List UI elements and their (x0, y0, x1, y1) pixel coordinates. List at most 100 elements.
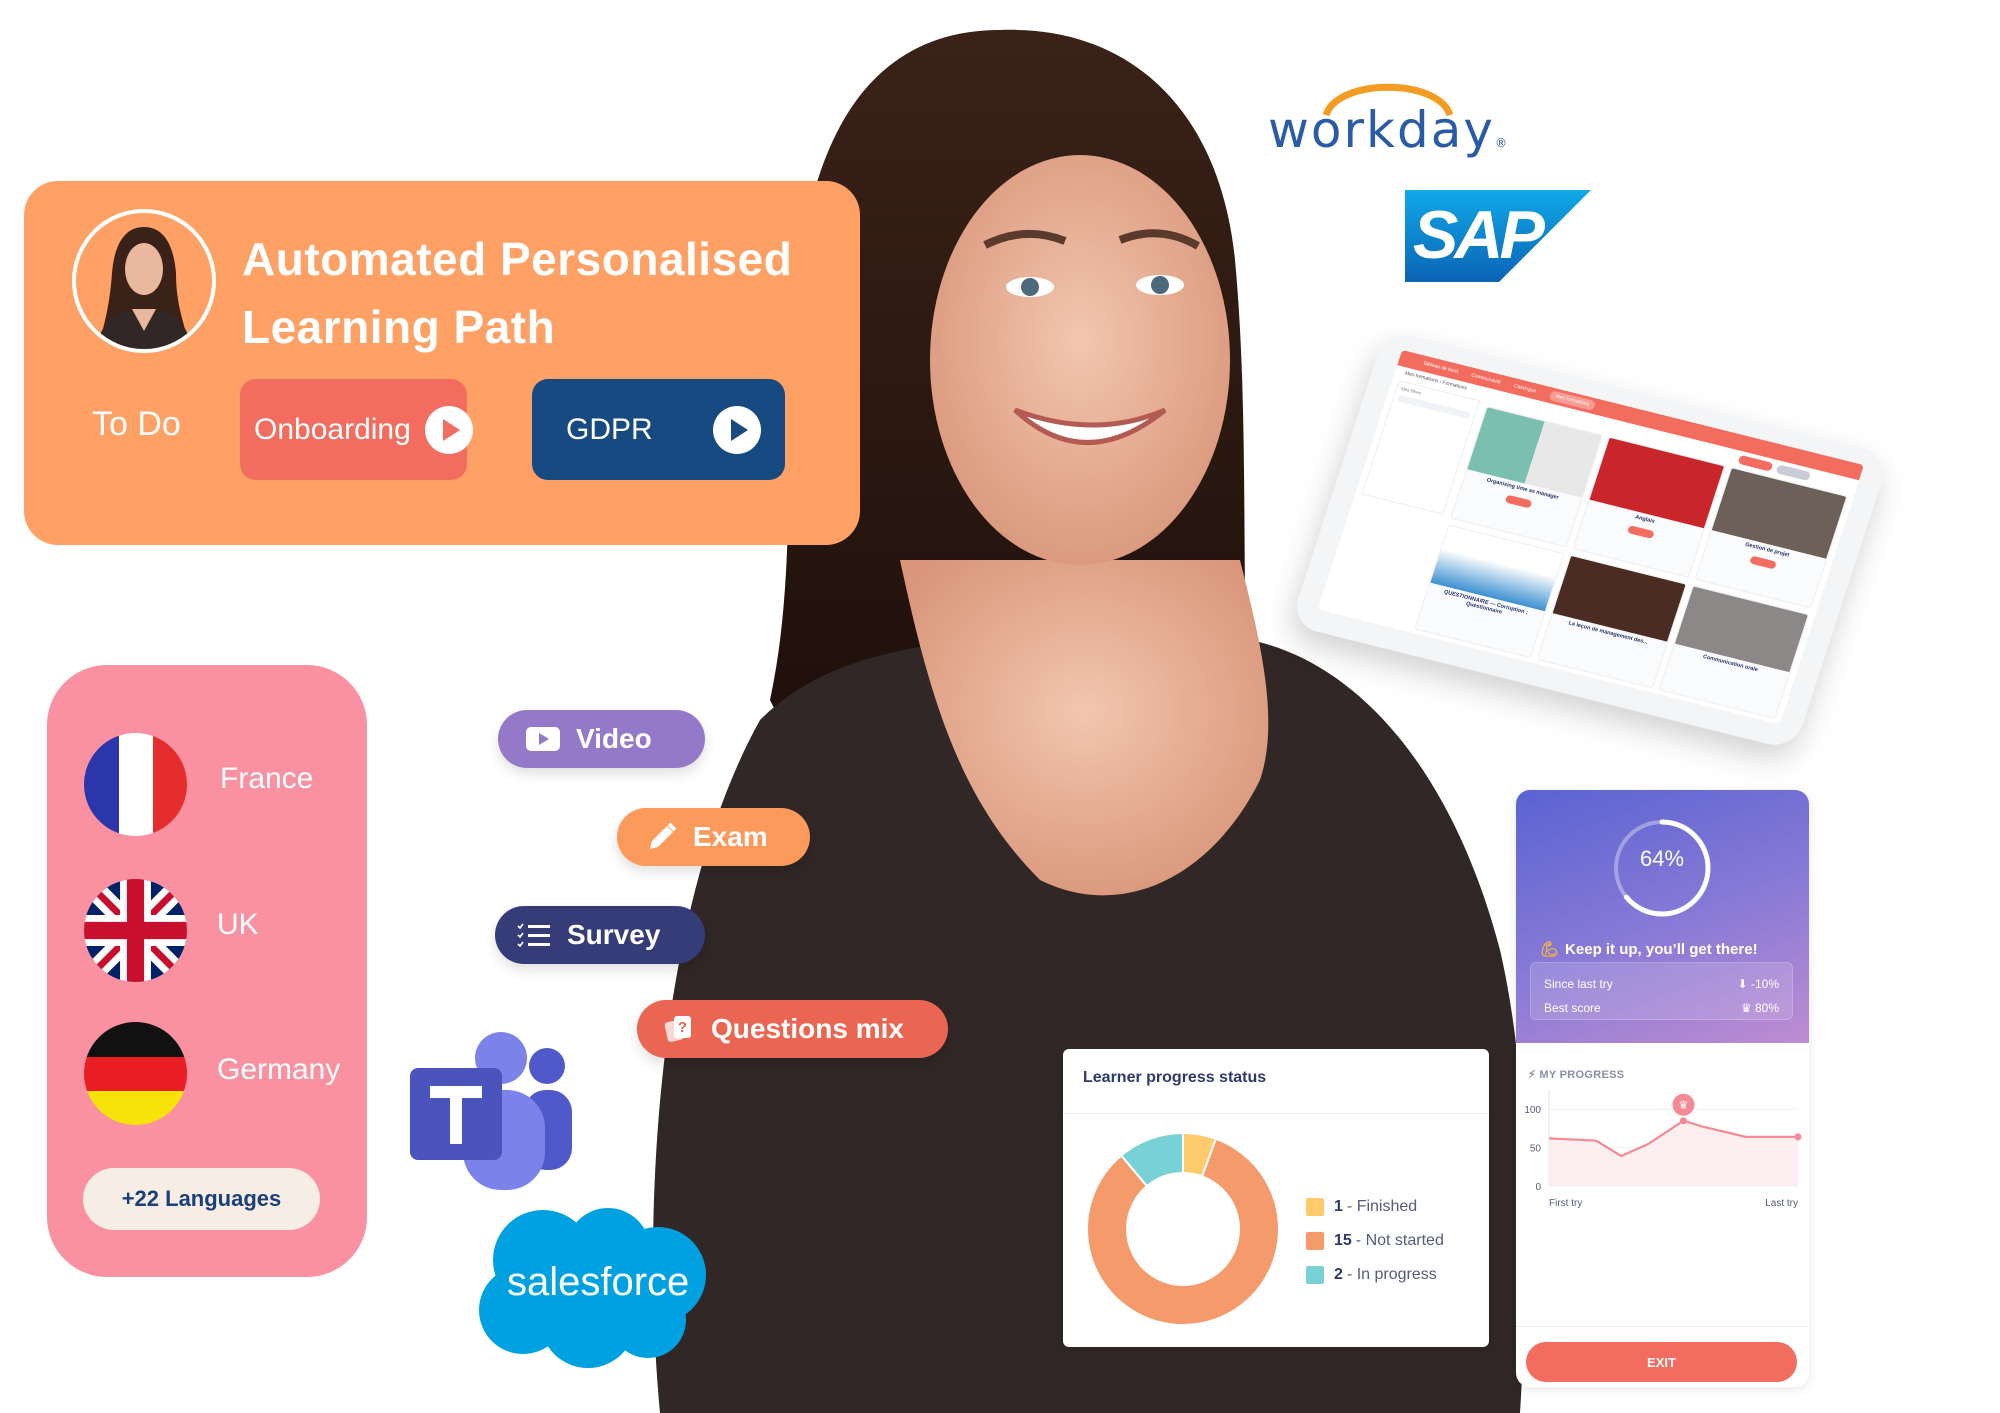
lightning-icon: ⚡︎ (1528, 1069, 1540, 1081)
progress-point (1679, 1117, 1687, 1125)
score-value: 64% (1639, 846, 1685, 871)
tablet-nav-item[interactable]: Communauté (1470, 373, 1501, 386)
arrow-down-icon: ⬇︎ (1737, 977, 1751, 991)
workday-logo: workday® (1268, 73, 1507, 159)
stat-since-last-try: Since last try ⬇︎ -10% (1544, 977, 1779, 1001)
legend-dash: - (1355, 1232, 1366, 1249)
workday-text: workday (1268, 101, 1495, 159)
tablet-nav-item[interactable]: Catalogue (1513, 383, 1537, 394)
learner-progress-card: Learner progress status 1- Finished 15- … (1063, 1049, 1489, 1347)
checklist-icon (517, 923, 550, 947)
quiz-result-header: 64% 💪︎ Keep it up, you’ll get there! Sinc… (1516, 790, 1809, 1043)
legend-label: In progress (1356, 1266, 1437, 1283)
language-germany: Germany (217, 1053, 341, 1086)
legend-item-finished: 1- Finished (1306, 1190, 1444, 1224)
stat-best-score: Best score ♛ 80% (1544, 1001, 1779, 1025)
sap-wordmark: SAP (1413, 197, 1545, 273)
legend-count: 2 (1334, 1266, 1343, 1283)
stat-value-text: 80% (1754, 1001, 1779, 1015)
survey-label: Survey (567, 919, 661, 950)
stat-value: ♛ 80% (1741, 1001, 1779, 1025)
gdpr-button[interactable]: GDPR (532, 379, 785, 480)
workday-wordmark: workday® (1268, 101, 1509, 159)
stat-value-text: -10% (1750, 977, 1779, 991)
avatar (72, 209, 216, 353)
my-progress-heading: ⚡︎ MY PROGRESS (1528, 1068, 1624, 1081)
more-languages-button[interactable]: +22 Languages (83, 1168, 320, 1230)
tablet-mockup: Tableau de bord Communauté Catalogue Mes… (1289, 329, 1891, 751)
encouragement-text: Keep it up, you’ll get there! (1565, 941, 1758, 958)
microsoft-teams-logo (408, 1030, 580, 1190)
course-start-button[interactable] (1749, 555, 1778, 570)
legend-count: 1 (1334, 1198, 1343, 1215)
course-start-button[interactable] (1627, 524, 1655, 539)
onboarding-label: Onboarding (254, 412, 411, 446)
language-uk: UK (217, 908, 259, 941)
onboarding-button[interactable]: Onboarding (240, 379, 473, 480)
quiz-result-card: 64% 💪︎ Keep it up, you’ll get there! Sinc… (1516, 790, 1809, 1387)
teams-icon (410, 1032, 572, 1190)
svg-text:?: ? (678, 1019, 687, 1036)
legend-swatch (1306, 1232, 1324, 1250)
video-pill[interactable]: Video (498, 710, 705, 768)
x-tick-label-first: First try (1549, 1198, 1582, 1209)
y-tick-label: 100 (1524, 1105, 1541, 1116)
legend-label: Finished (1356, 1198, 1418, 1215)
crown-icon: ♛ (1679, 1100, 1689, 1112)
score-stats: Since last try ⬇︎ -10% Best score ♛ 80% (1530, 962, 1793, 1020)
france-flag-icon (84, 733, 187, 836)
encouragement-message: 💪︎ Keep it up, you’ll get there! (1540, 940, 1758, 958)
progress-area (1549, 1120, 1798, 1186)
todo-label: To Do (92, 405, 181, 443)
questions-mix-pill[interactable]: ? Questions mix (637, 1000, 948, 1058)
legend-swatch (1306, 1266, 1324, 1284)
my-progress-title: MY PROGRESS (1539, 1069, 1625, 1081)
gdpr-label: GDPR (566, 412, 653, 446)
progress-line-chart: 0 50 100 ♛ First try Last try (1524, 1090, 1802, 1209)
divider (1063, 1113, 1489, 1114)
title-line-1: Automated Personalised (242, 233, 793, 285)
learning-path-title: Automated Personalised Learning Path (242, 225, 792, 361)
tablet-course-card[interactable]: Communication orale (1658, 584, 1810, 720)
title-line-2: Learning Path (242, 301, 556, 353)
sap-logo: SAP (1405, 190, 1591, 282)
language-france: France (220, 762, 314, 795)
stat-label: Best score (1544, 1001, 1601, 1015)
crown-icon: ♛ (1740, 1001, 1755, 1015)
y-tick-label: 50 (1530, 1144, 1542, 1155)
salesforce-logo: salesforce (473, 1205, 709, 1371)
legend-item-not-started: 15- Not started (1306, 1224, 1444, 1258)
play-icon (424, 405, 473, 454)
legend-dash: - (1346, 1198, 1357, 1215)
neck-chest (900, 560, 1269, 896)
course-start-button[interactable] (1504, 494, 1533, 509)
x-tick-label-last: Last try (1765, 1198, 1798, 1209)
stat-label: Since last try (1544, 977, 1613, 991)
uk-flag-icon (84, 879, 187, 982)
progress-point (1794, 1133, 1802, 1141)
exam-label: Exam (693, 821, 768, 852)
germany-flag-icon (84, 1022, 187, 1125)
pencil-icon (650, 822, 677, 849)
tablet-screen: Tableau de bord Communauté Catalogue Mes… (1317, 349, 1864, 725)
face (930, 155, 1230, 565)
play-icon (712, 405, 761, 454)
stat-value: ⬇︎ -10% (1738, 977, 1779, 1001)
salesforce-wordmark: salesforce (507, 1260, 690, 1304)
exam-pill[interactable]: Exam (617, 808, 810, 866)
y-tick-label: 0 (1535, 1182, 1541, 1193)
flexed-arm-icon: 💪︎ (1540, 941, 1560, 958)
donut-legend: 1- Finished 15- Not started 2- In progre… (1306, 1190, 1444, 1292)
legend-dash: - (1346, 1266, 1357, 1283)
legend-swatch (1306, 1198, 1324, 1216)
legend-count: 15 (1334, 1232, 1352, 1249)
workday-registered-mark: ® (1494, 136, 1509, 150)
video-play-icon (526, 727, 560, 751)
learner-progress-title: Learner progress status (1083, 1069, 1267, 1086)
exit-button[interactable]: EXIT (1526, 1342, 1797, 1382)
legend-label: Not started (1365, 1232, 1444, 1249)
questions-mix-label: Questions mix (711, 1013, 904, 1044)
legend-item-in-progress: 2- In progress (1306, 1258, 1444, 1292)
donut-chart (1086, 1131, 1280, 1326)
survey-pill[interactable]: Survey (495, 906, 705, 964)
